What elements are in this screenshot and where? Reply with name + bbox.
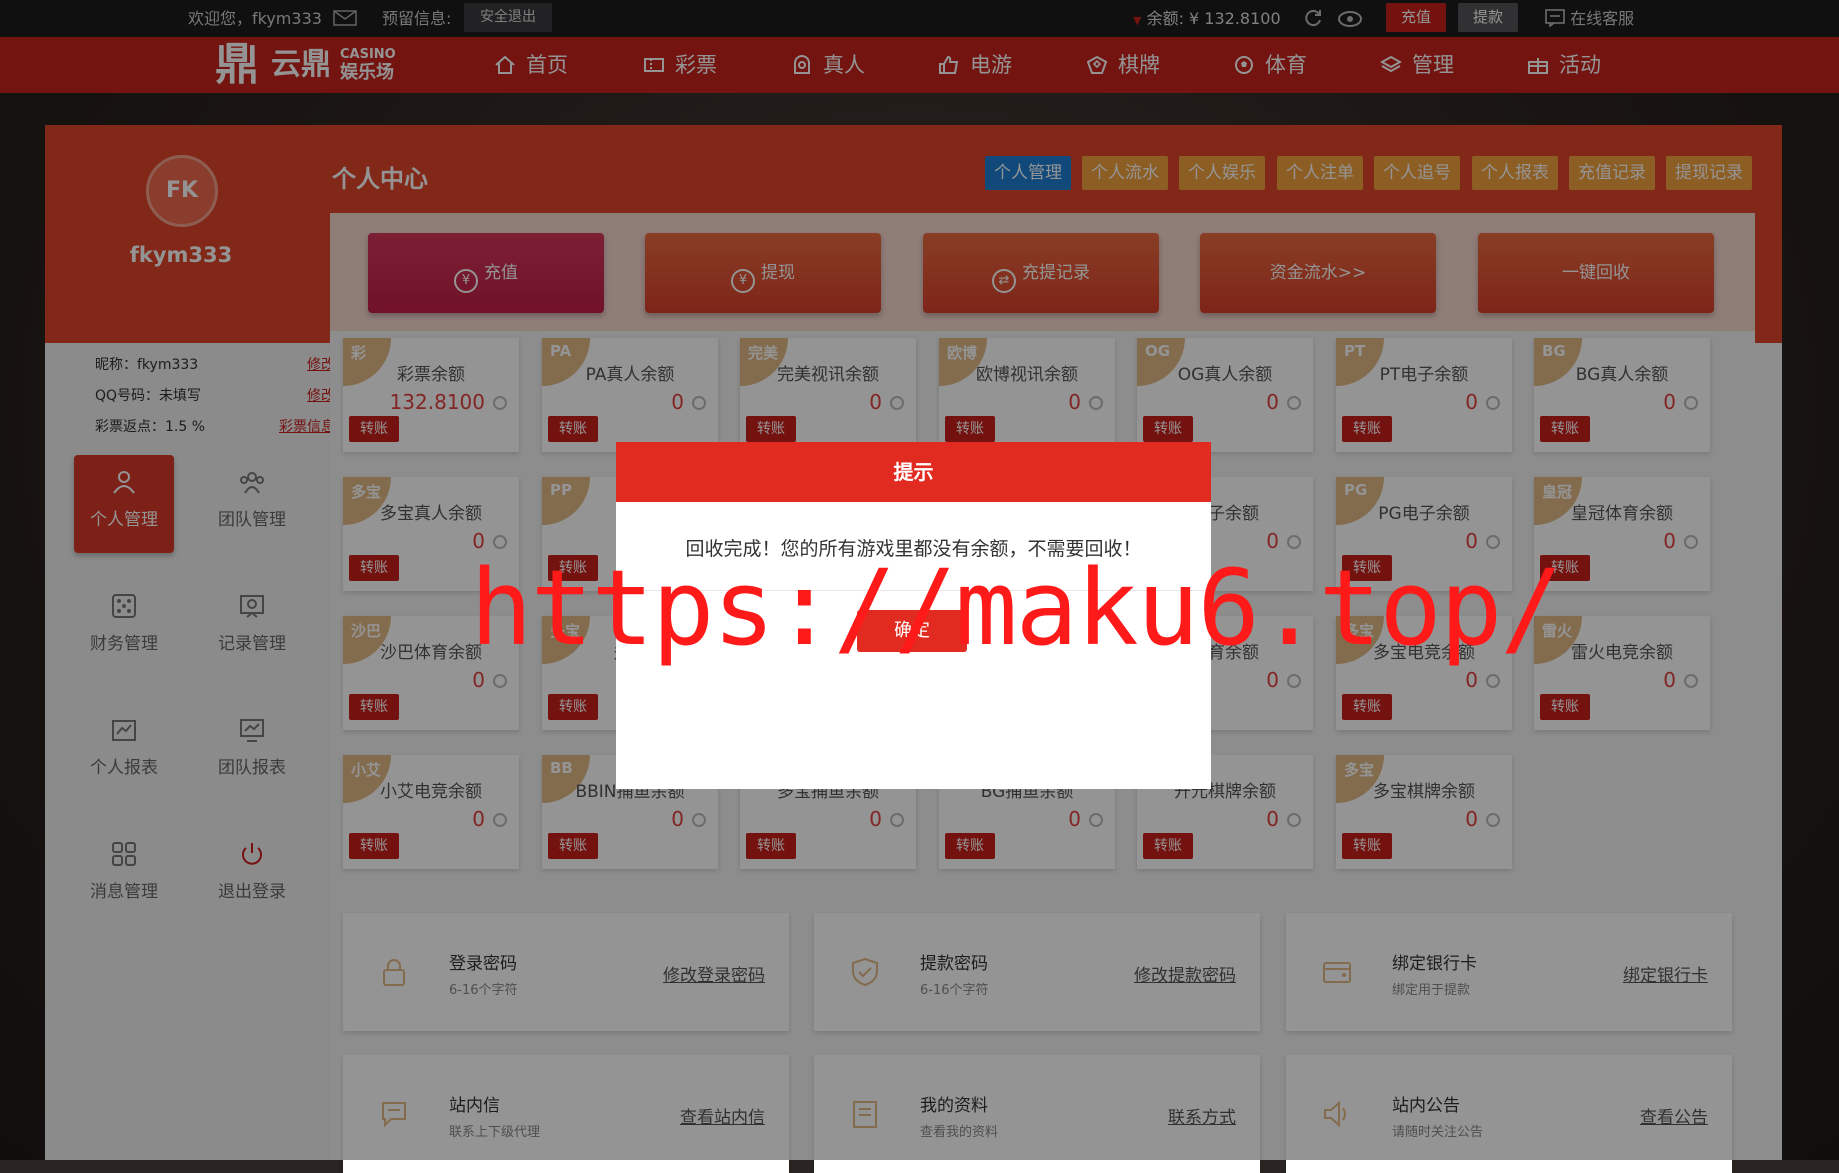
dialog-title: 提示 (616, 442, 1211, 502)
watermark-url: https://maku6.top/ (470, 547, 1563, 669)
